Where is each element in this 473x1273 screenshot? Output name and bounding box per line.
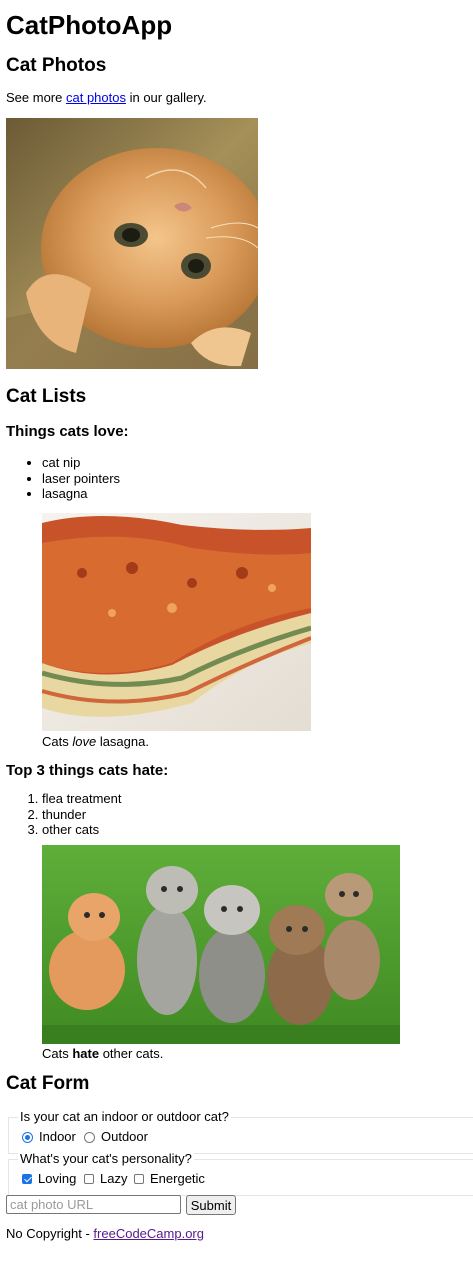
caption-text-after: other cats. [99,1046,164,1061]
things-cats-love-heading: Things cats love: [6,423,129,440]
footer-prefix: No Copyright - [6,1226,94,1241]
caption-text-before: Cats [42,1046,73,1061]
caption-text-after: lasagna. [96,734,149,749]
love-list: cat nip laser pointers lasagna [42,455,120,502]
footer: No Copyright - freeCodeCamp.org [6,1226,204,1242]
indoor-label: Indoor [39,1129,76,1144]
kittens-photo [42,845,400,1044]
intro-text-before: See more [6,90,66,105]
cat-photos-heading: Cat Photos [6,55,107,76]
kitten-photo-link[interactable] [6,118,258,369]
list-item: flea treatment [42,791,122,807]
kittens-caption: Cats hate other cats. [42,1046,163,1062]
indoor-option[interactable]: Indoor [22,1129,76,1145]
energetic-label: Energetic [150,1171,205,1186]
gallery-intro: See more cat photos in our gallery. [6,90,207,106]
list-item: thunder [42,807,122,823]
outdoor-option[interactable]: Outdoor [84,1129,148,1145]
lazy-label: Lazy [100,1171,128,1186]
lasagna-caption: Cats love lasagna. [42,734,149,750]
list-item: cat nip [42,455,120,471]
cat-photos-link[interactable]: cat photos [66,90,126,105]
loving-label: Loving [38,1171,77,1186]
freecodecamp-link[interactable]: freeCodeCamp.org [93,1226,204,1241]
hate-list: flea treatment thunder other cats [42,791,122,838]
outdoor-label: Outdoor [101,1129,148,1144]
list-item: laser pointers [42,471,120,487]
loving-option[interactable]: Loving [22,1171,76,1187]
outdoor-radio[interactable] [84,1131,95,1143]
list-item: lasagna [42,486,120,502]
page: CatPhotoApp Cat Photos See more cat phot… [0,0,473,1273]
app-title: CatPhotoApp [6,10,173,40]
indoor-radio[interactable] [22,1131,33,1143]
lazy-checkbox[interactable] [84,1174,94,1184]
kitten-photo [6,118,258,369]
cat-photo-url-input[interactable] [6,1195,181,1214]
location-legend: Is your cat an indoor or outdoor cat? [18,1109,231,1125]
list-item: other cats [42,822,122,838]
lazy-option[interactable]: Lazy [84,1171,127,1187]
submit-button[interactable]: Submit [186,1195,236,1215]
intro-text-after: in our gallery. [125,90,207,105]
things-cats-hate-heading: Top 3 things cats hate: [6,762,169,779]
caption-strong: hate [72,1046,100,1061]
personality-legend: What's your cat's personality? [18,1151,194,1167]
loving-checkbox[interactable] [22,1174,32,1184]
energetic-checkbox[interactable] [134,1174,144,1184]
lasagna-photo [42,513,311,731]
caption-emphasis: love [72,734,97,749]
caption-text-before: Cats [42,734,73,749]
cat-form-heading: Cat Form [6,1073,90,1094]
cat-lists-heading: Cat Lists [6,386,87,407]
energetic-option[interactable]: Energetic [134,1171,205,1187]
